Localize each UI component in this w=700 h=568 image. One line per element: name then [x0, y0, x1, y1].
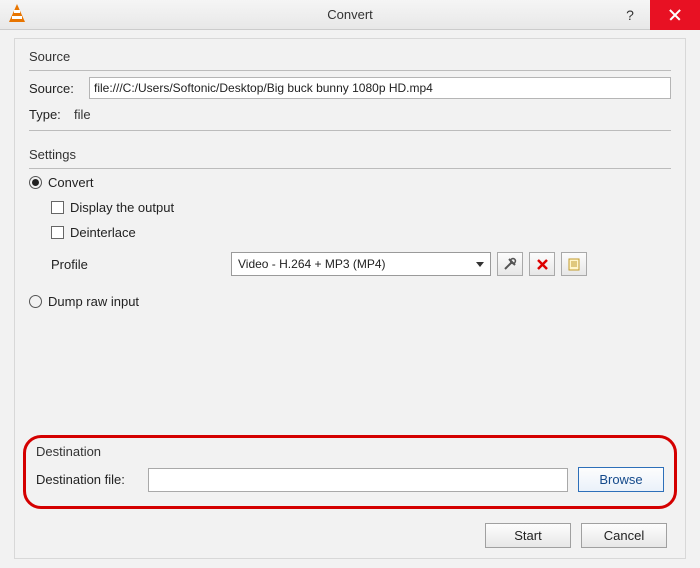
convert-radio[interactable]: Convert: [29, 175, 671, 190]
display-output-label: Display the output: [70, 200, 174, 215]
tools-icon: [502, 256, 518, 272]
type-label: Type:: [29, 107, 74, 122]
destination-highlight: Destination Destination file: Browse: [23, 435, 677, 509]
new-profile-icon: [566, 256, 582, 272]
browse-button[interactable]: Browse: [578, 467, 664, 492]
delete-icon: [536, 258, 549, 271]
window-title: Convert: [327, 7, 373, 22]
dialog-button-row: Start Cancel: [485, 523, 667, 548]
radio-icon: [29, 295, 42, 308]
display-output-checkbox[interactable]: Display the output: [51, 200, 671, 215]
profile-selected-value: Video - H.264 + MP3 (MP4): [238, 257, 386, 271]
chevron-down-icon: [476, 262, 484, 267]
destination-legend: Destination: [36, 444, 664, 459]
dialog-body: Source Source: Type: file Settings Conve…: [0, 30, 700, 568]
source-input[interactable]: [89, 77, 671, 99]
profile-combobox[interactable]: Video - H.264 + MP3 (MP4): [231, 252, 491, 276]
source-label: Source:: [29, 81, 89, 96]
checkbox-icon: [51, 201, 64, 214]
type-value: file: [74, 107, 91, 122]
help-icon: ?: [626, 7, 634, 23]
start-button[interactable]: Start: [485, 523, 571, 548]
cancel-button-label: Cancel: [604, 528, 644, 543]
dump-raw-radio[interactable]: Dump raw input: [29, 294, 671, 309]
vlc-cone-icon: [6, 4, 28, 26]
divider: [29, 168, 671, 169]
divider: [29, 130, 671, 131]
destination-row: Destination file: Browse: [36, 467, 664, 492]
divider: [29, 70, 671, 71]
titlebar: Convert ?: [0, 0, 700, 30]
cancel-button[interactable]: Cancel: [581, 523, 667, 548]
start-button-label: Start: [514, 528, 541, 543]
deinterlace-label: Deinterlace: [70, 225, 136, 240]
profile-row: Profile Video - H.264 + MP3 (MP4): [51, 252, 671, 276]
checkbox-icon: [51, 226, 64, 239]
radio-icon: [29, 176, 42, 189]
type-row: Type: file: [29, 107, 671, 122]
edit-profile-button[interactable]: [497, 252, 523, 276]
deinterlace-checkbox[interactable]: Deinterlace: [51, 225, 671, 240]
help-button[interactable]: ?: [610, 0, 650, 30]
delete-profile-button[interactable]: [529, 252, 555, 276]
dump-raw-label: Dump raw input: [48, 294, 139, 309]
close-button[interactable]: [650, 0, 700, 30]
destination-file-input[interactable]: [148, 468, 568, 492]
destination-file-label: Destination file:: [36, 472, 148, 487]
source-row: Source:: [29, 77, 671, 99]
profile-label: Profile: [51, 257, 231, 272]
new-profile-button[interactable]: [561, 252, 587, 276]
dialog-inner: Source Source: Type: file Settings Conve…: [14, 38, 686, 559]
close-icon: [669, 9, 681, 21]
settings-legend: Settings: [29, 147, 671, 162]
browse-button-label: Browse: [599, 472, 642, 487]
source-legend: Source: [29, 49, 671, 64]
convert-radio-label: Convert: [48, 175, 94, 190]
